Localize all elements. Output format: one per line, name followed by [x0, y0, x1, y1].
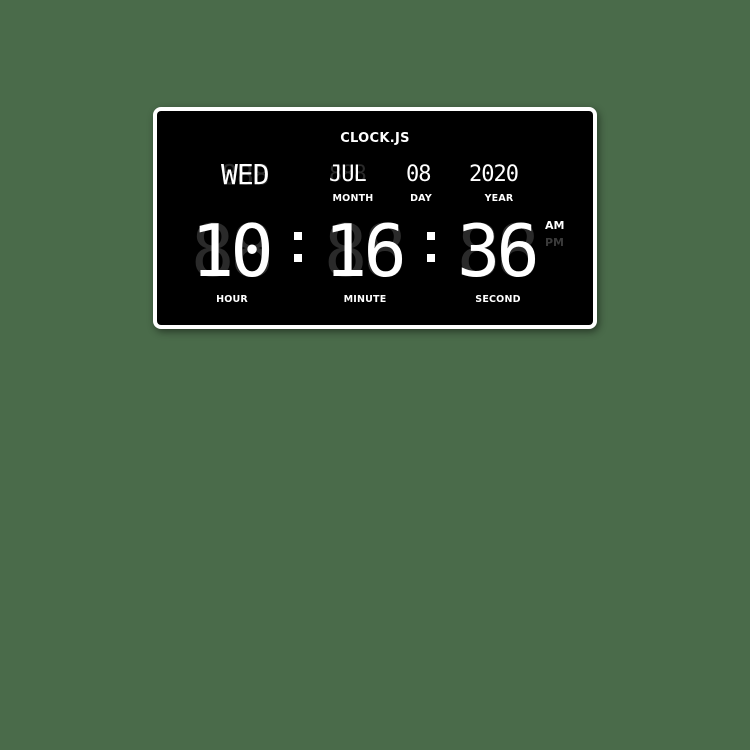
minute-value: 16 — [324, 209, 407, 293]
hour-display: 88 10 — [191, 215, 274, 287]
clock-widget: CLOCK.JS 888 WED 888 JUL MONTH 08 DAY 20… — [153, 107, 597, 329]
day-display: 08 — [406, 159, 431, 191]
year-display: 2020 — [469, 159, 519, 191]
year-value: 2020 — [469, 162, 519, 187]
day-label: DAY — [410, 193, 432, 204]
day-value: 08 — [406, 162, 431, 187]
clock-title: CLOCK.JS — [340, 131, 410, 146]
second-display: 88 36 — [457, 215, 540, 287]
minute-display: 88 16 — [324, 215, 407, 287]
weekday-display: 888 WED — [221, 158, 270, 191]
month-display: 888 JUL — [329, 159, 367, 191]
clock-display: CLOCK.JS 888 WED 888 JUL MONTH 08 DAY 20… — [157, 111, 593, 325]
second-value: 36 — [457, 209, 540, 293]
hour-label: HOUR — [216, 294, 248, 305]
hour-value: 10 — [191, 209, 274, 293]
minute-second-separator — [427, 232, 437, 276]
weekday-value: WED — [221, 158, 270, 191]
pm-indicator: PM — [545, 236, 565, 249]
hour-minute-separator — [294, 232, 304, 276]
minute-label: MINUTE — [343, 294, 387, 305]
second-label: SECOND — [475, 294, 521, 305]
am-indicator: AM — [545, 219, 565, 232]
month-value: JUL — [329, 162, 367, 187]
year-label: YEAR — [484, 193, 514, 204]
